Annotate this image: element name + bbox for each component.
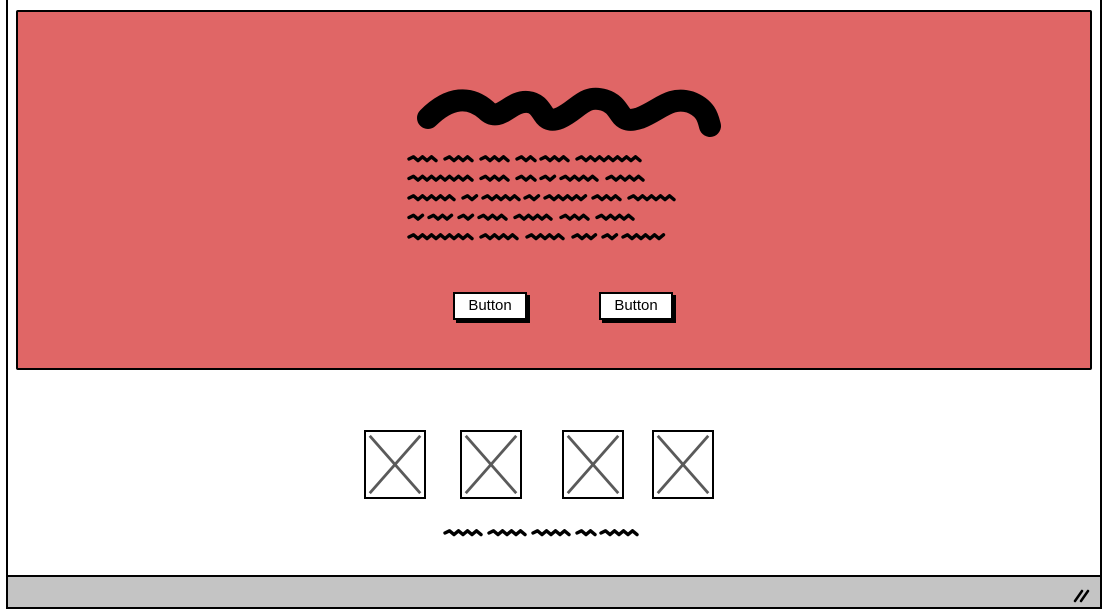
image-placeholder-2 xyxy=(460,430,522,499)
hero-paragraph xyxy=(407,155,676,241)
hero-secondary-button[interactable]: Button xyxy=(599,292,673,320)
status-bar xyxy=(8,575,1100,609)
gallery-caption xyxy=(443,529,639,537)
image-placeholder-4 xyxy=(652,430,714,499)
image-placeholder-icon xyxy=(566,434,620,495)
image-placeholder-3 xyxy=(562,430,624,499)
image-placeholder-1 xyxy=(364,430,426,499)
resize-grip-icon[interactable] xyxy=(1072,585,1090,603)
image-placeholder-icon xyxy=(368,434,422,495)
image-placeholder-icon xyxy=(656,434,710,495)
image-placeholder-icon xyxy=(464,434,518,495)
hero-heading xyxy=(417,87,721,137)
hero-primary-button[interactable]: Button xyxy=(453,292,527,320)
